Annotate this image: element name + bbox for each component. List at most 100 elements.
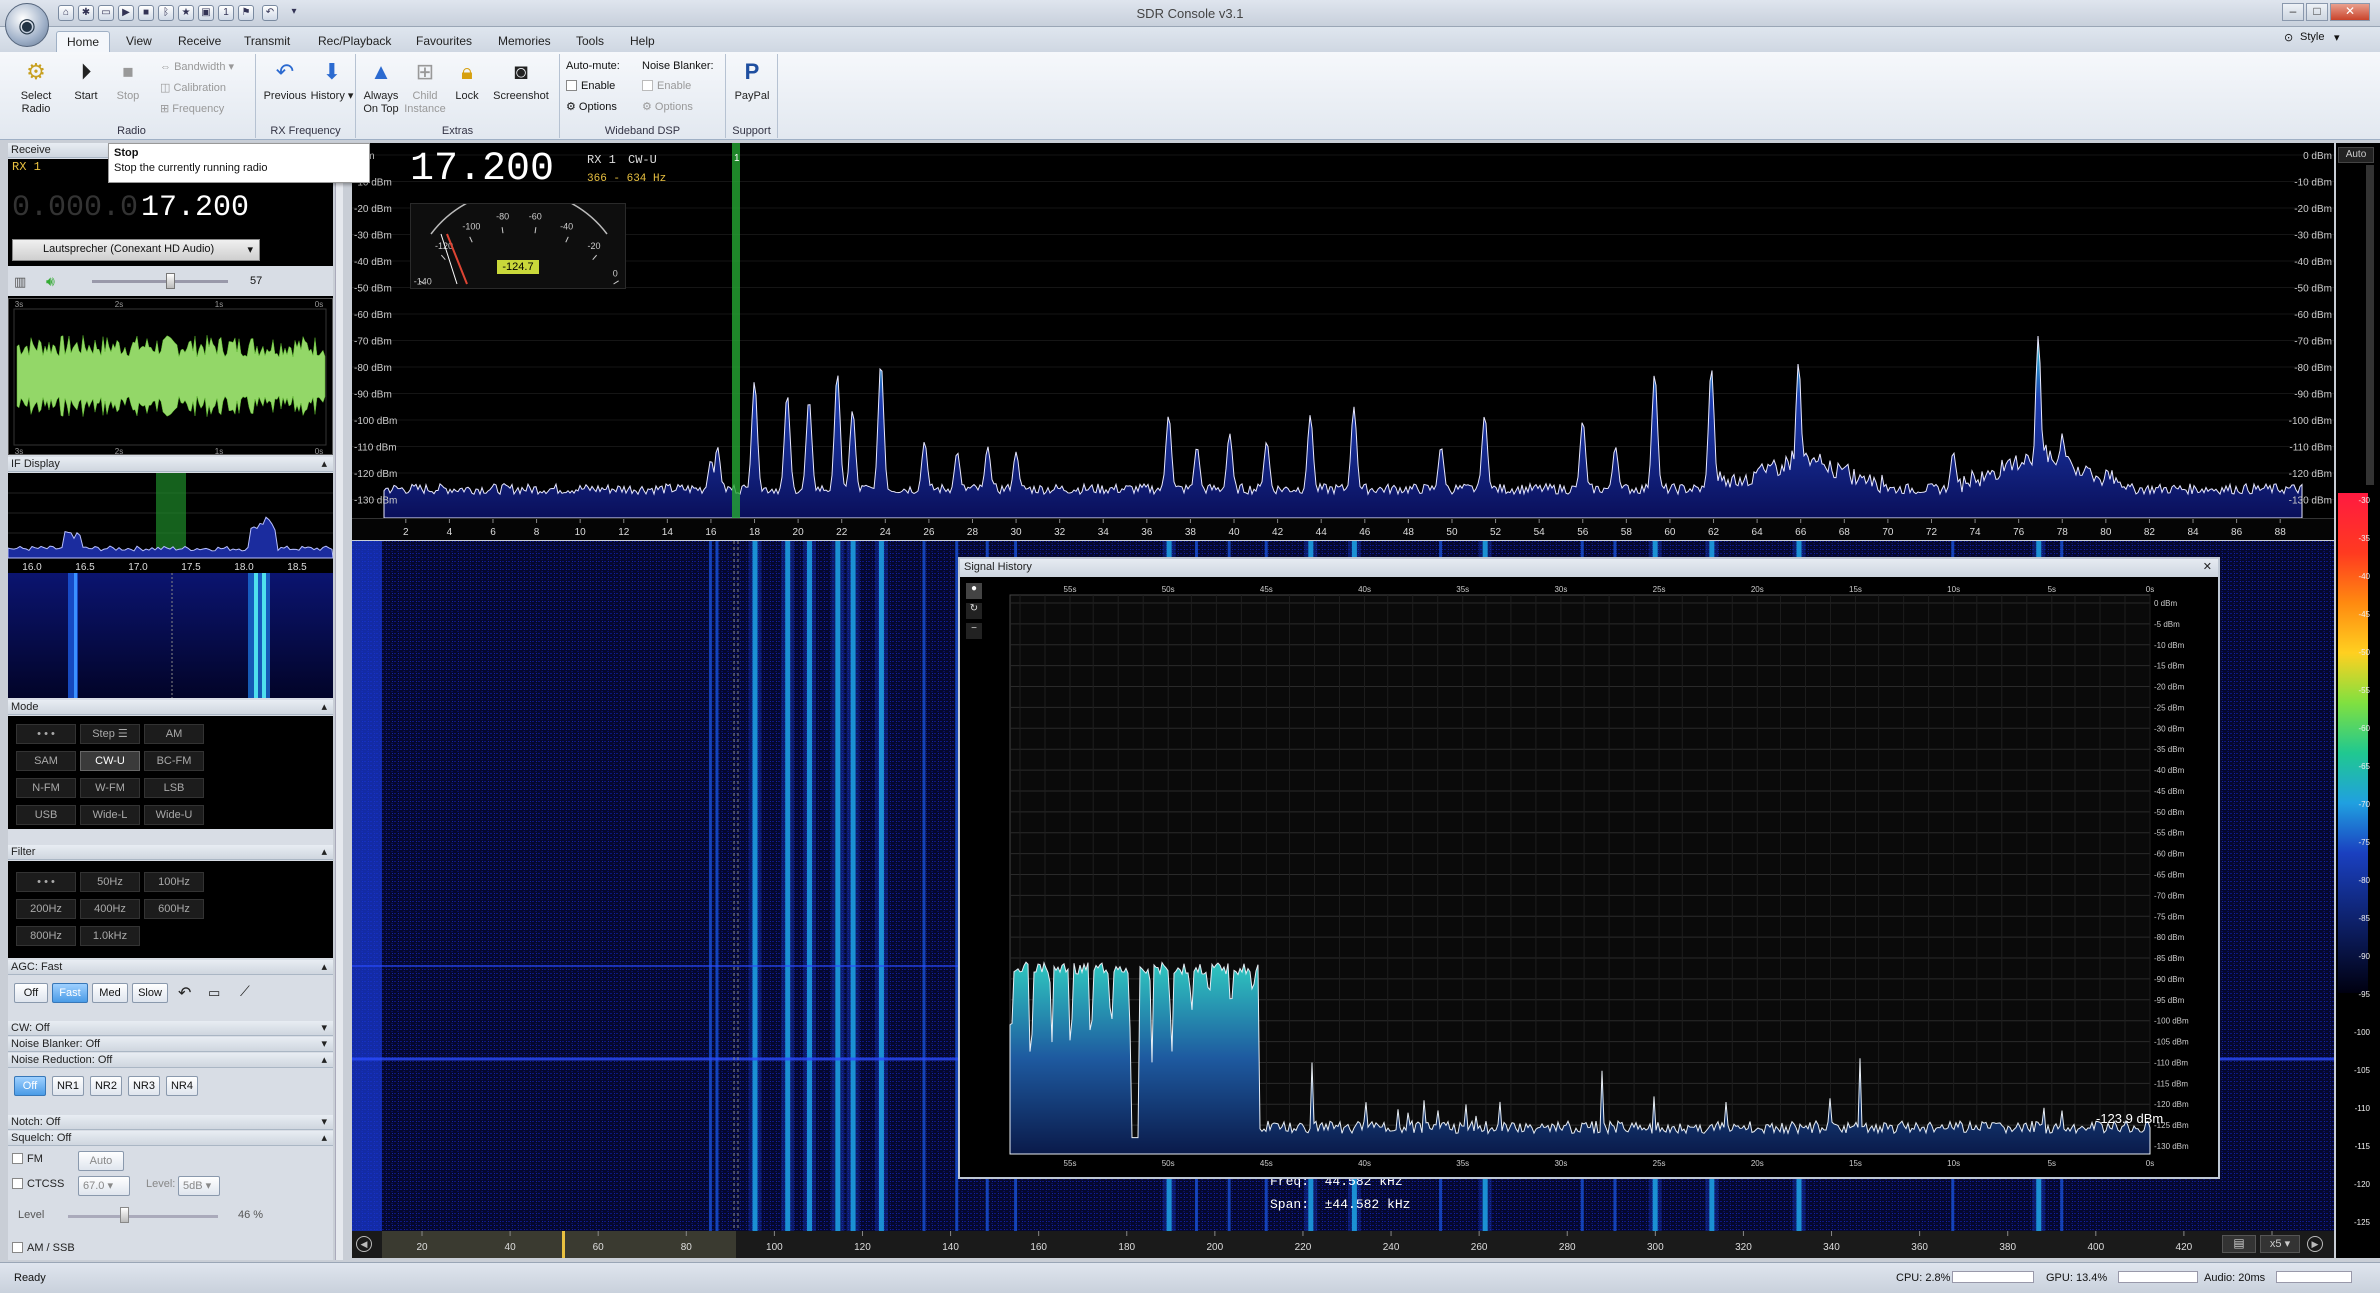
application-menu-button[interactable]: ◉	[5, 3, 49, 47]
mode-step-button[interactable]: Step ☰	[80, 724, 140, 744]
mode-lsb-button[interactable]: LSB	[144, 778, 204, 798]
overview-display-icon[interactable]: ▤	[2222, 1235, 2256, 1253]
tab-receive[interactable]: Receive	[168, 31, 231, 52]
tab-help[interactable]: Help	[620, 31, 665, 52]
help-icon[interactable]: ⊙	[2284, 31, 2293, 44]
fm-auto-button[interactable]: Auto	[78, 1151, 124, 1171]
tab-rec-playback[interactable]: Rec/Playback	[308, 31, 401, 52]
ctcss-checkbox[interactable]: CTCSS	[12, 1178, 64, 1190]
squelch-level-thumb[interactable]	[120, 1207, 129, 1223]
mode-w-fm-button[interactable]: W-FM	[80, 778, 140, 798]
maximize-button[interactable]: □	[2306, 3, 2328, 21]
am-ssb-checkbox[interactable]: AM / SSB	[12, 1242, 75, 1254]
ctcss-level-select[interactable]: 5dB ▾	[178, 1176, 220, 1196]
calibration-button[interactable]: ◫ Calibration	[160, 81, 226, 94]
mode-wide-l-button[interactable]: Wide-L	[80, 805, 140, 825]
frequency-axis[interactable]: 2 4 6 8 10 12 14 16 18 20 22 24 26 28 30 32 34 36 38 40 42 44…	[352, 518, 2334, 540]
select-radio-button[interactable]: ⚙ Select Radio	[16, 58, 56, 116]
auto-mute-options-button[interactable]: ⚙ Options	[566, 100, 617, 113]
mode-am-button[interactable]: AM	[144, 724, 204, 744]
always-on-top-button[interactable]: ▲ Always On Top	[360, 58, 402, 116]
auto-mute-enable-checkbox[interactable]: Enable	[566, 80, 615, 92]
waterfall-colorbar[interactable]: Auto -30 -35 -40 -45 -50 -55 -60 -65 -70 -75 -80 -8…	[2336, 143, 2380, 1258]
mode-bc-fm-button[interactable]: BC-FM	[144, 751, 204, 771]
squelch-level-slider[interactable]	[68, 1215, 218, 1218]
noise-blanker-enable-checkbox[interactable]: Enable	[642, 80, 691, 92]
meter-icon[interactable]: ▥	[14, 274, 26, 290]
filter-200hz-button[interactable]: 200Hz	[16, 899, 76, 919]
spectrum-display[interactable]: 1 dBm-10 dBm-20 dBm-30 dBm-40 dBm-50 dBm…	[352, 143, 2334, 519]
agc-settings-icon[interactable]: ▭	[208, 985, 220, 1001]
filter-600hz-button[interactable]: 600Hz	[144, 899, 204, 919]
previous-button[interactable]: ↶ Previous	[262, 58, 308, 103]
mode-n-fm-button[interactable]: N-FM	[16, 778, 76, 798]
start-button[interactable]: ⏵ Start	[66, 58, 106, 103]
minimize-button[interactable]: –	[2282, 3, 2304, 21]
signal-history-window[interactable]: Signal History ✕ ● ↻ − 0 dBm -5 dBm -10 dBm…	[958, 557, 2220, 1179]
spectrum-graph[interactable]: 1 dBm-10 dBm-20 dBm-30 dBm-40 dBm-50 dBm…	[352, 143, 2334, 519]
agc-slow-button[interactable]: Slow	[132, 983, 168, 1003]
history-button[interactable]: ⬇ History ▾	[310, 58, 354, 103]
mode-more-button[interactable]: • • •	[16, 724, 76, 744]
frequency-readout[interactable]: 17.200	[141, 191, 249, 225]
frequency-button[interactable]: ⊞ Frequency	[160, 102, 224, 115]
agc-off-button[interactable]: Off	[14, 983, 48, 1003]
agc-fast-button[interactable]: Fast	[52, 983, 88, 1003]
tab-transmit[interactable]: Transmit	[234, 31, 300, 52]
filter-1khz-button[interactable]: 1.0kHz	[80, 926, 140, 946]
filter-400hz-button[interactable]: 400Hz	[80, 899, 140, 919]
filter-800hz-button[interactable]: 800Hz	[16, 926, 76, 946]
filter-more-button[interactable]: • • •	[16, 872, 76, 892]
tab-memories[interactable]: Memories	[488, 31, 561, 52]
chevron-down-icon[interactable]: ▾	[2334, 31, 2340, 44]
filter-100hz-button[interactable]: 100Hz	[144, 872, 204, 892]
noise-reduction-header[interactable]: Noise Reduction: Off ▴	[8, 1053, 333, 1068]
nr1-button[interactable]: NR1	[52, 1076, 84, 1096]
tab-favourites[interactable]: Favourites	[406, 31, 482, 52]
mode-sam-button[interactable]: SAM	[16, 751, 76, 771]
close-button[interactable]: ✕	[2330, 3, 2370, 21]
paypal-button[interactable]: P PayPal	[732, 58, 772, 103]
notch-header[interactable]: Notch: Off ▾	[8, 1115, 333, 1130]
overview-axis[interactable]: 20 40 60 80 100 120 140 160 180 200 220 240 260 280 30…	[352, 1231, 2334, 1258]
main-frequency-readout[interactable]: 17.200	[410, 147, 554, 192]
nr3-button[interactable]: NR3	[128, 1076, 160, 1096]
style-menu[interactable]: Style	[2300, 31, 2324, 43]
stop-button[interactable]: ⏹ Stop	[108, 58, 148, 103]
agc-reset-icon[interactable]: ↶	[178, 983, 191, 1003]
tab-tools[interactable]: Tools	[566, 31, 614, 52]
agc-med-button[interactable]: Med	[92, 983, 128, 1003]
overview-right-icon[interactable]: ▶	[2307, 1236, 2323, 1252]
speaker-icon[interactable]: 🔊︎	[46, 273, 55, 290]
audio-device-select[interactable]: Lautsprecher (Conexant HD Audio) ▾	[12, 239, 260, 261]
signal-history-titlebar[interactable]: Signal History ✕	[960, 559, 2218, 577]
tab-view[interactable]: View	[116, 31, 162, 52]
child-instance-button[interactable]: ⊞ Child Instance	[404, 58, 446, 116]
noise-blanker-header[interactable]: Noise Blanker: Off ▾	[8, 1037, 333, 1052]
if-passband[interactable]	[156, 473, 186, 558]
filter-50hz-button[interactable]: 50Hz	[80, 872, 140, 892]
squelch-header[interactable]: Squelch: Off ▴	[8, 1131, 333, 1146]
nr2-button[interactable]: NR2	[90, 1076, 122, 1096]
signal-history-close-icon[interactable]: ✕	[2203, 560, 2212, 573]
cw-header[interactable]: CW: Off ▾	[8, 1021, 333, 1036]
bandwidth-menu[interactable]: ⇔ Bandwidth ▾	[160, 60, 234, 73]
ctcss-select[interactable]: 67.0 ▾	[78, 1176, 130, 1196]
nr4-button[interactable]: NR4	[166, 1076, 198, 1096]
zoom-select[interactable]: x5 ▾	[2260, 1235, 2300, 1253]
rx-tuning-marker[interactable]	[732, 143, 740, 518]
mode-usb-button[interactable]: USB	[16, 805, 76, 825]
volume-slider-thumb[interactable]	[165, 273, 175, 289]
tab-home[interactable]: Home	[56, 31, 111, 52]
noise-blanker-options-button[interactable]: ⚙ Options	[642, 100, 693, 113]
fm-squelch-checkbox[interactable]: FM	[12, 1153, 43, 1165]
mode-cw-u-button[interactable]: CW-U	[80, 751, 140, 771]
mode-wide-u-button[interactable]: Wide-U	[144, 805, 204, 825]
nr-off-button[interactable]: Off	[14, 1076, 46, 1096]
lock-button[interactable]: 🔒︎ Lock	[450, 58, 484, 103]
overview-left-icon[interactable]: ◀	[356, 1236, 372, 1252]
agc-graph-icon[interactable]: ⟋	[240, 983, 250, 1000]
left-panel-scrollbar[interactable]	[335, 143, 343, 1260]
volume-slider[interactable]	[92, 280, 228, 283]
screenshot-button[interactable]: ◙ Screenshot	[488, 58, 554, 103]
